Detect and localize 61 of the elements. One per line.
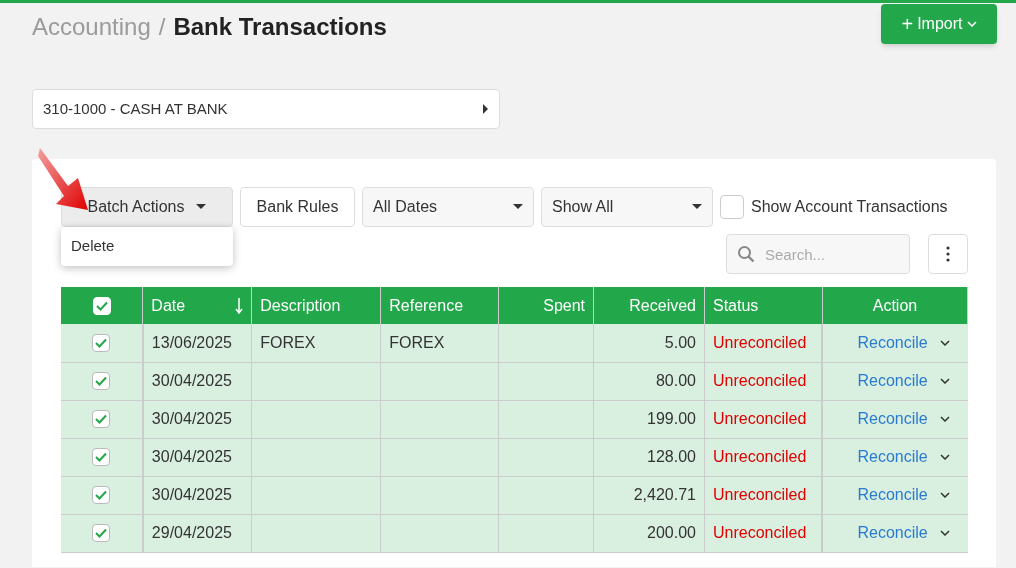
table-cell: 199.00 xyxy=(647,410,696,427)
table-cell: FOREX xyxy=(260,333,316,351)
chevron-down-icon[interactable] xyxy=(939,530,950,536)
sort-arrow-icon xyxy=(235,297,244,314)
status-text: Unreconciled xyxy=(713,333,807,351)
checkbox-label: Show Account Transactions xyxy=(751,197,948,217)
table-cell: 5.00 xyxy=(664,333,696,351)
account-select[interactable]: 310-1000 - CASH AT BANK xyxy=(32,89,500,129)
table-cell: 2,420.71 xyxy=(633,486,696,503)
table-cell: 30/04/2025 xyxy=(151,372,232,389)
reconcile-link[interactable]: Reconcile xyxy=(857,369,928,393)
page-title: Bank Transactions xyxy=(173,12,387,42)
chevron-down-icon[interactable] xyxy=(939,492,950,498)
breadcrumb-link[interactable]: Accounting xyxy=(32,9,151,45)
chevron-down-icon[interactable] xyxy=(939,416,950,422)
chevron-down-icon[interactable] xyxy=(939,378,950,384)
table-cell: 13/06/2025 xyxy=(151,333,232,351)
chevron-down-icon xyxy=(966,21,977,27)
search-field[interactable]: Search... xyxy=(726,234,910,274)
reconcile-link[interactable]: Reconcile xyxy=(857,521,928,545)
table-cell: 30/04/2025 xyxy=(151,448,232,465)
table-cell: FOREX xyxy=(389,333,445,351)
caret-right-icon xyxy=(483,104,489,114)
breadcrumb-separator: / xyxy=(158,12,166,42)
bank-rules-button[interactable]: Bank Rules xyxy=(240,187,355,227)
chevron-down-icon[interactable] xyxy=(939,339,950,346)
checkbox[interactable] xyxy=(92,448,111,466)
menu-item[interactable]: Delete xyxy=(61,235,233,258)
status-text: Unreconciled xyxy=(713,524,807,541)
reconcile-link[interactable]: Reconcile xyxy=(857,407,928,431)
reconcile-link[interactable]: Reconcile xyxy=(857,483,928,507)
checkbox[interactable] xyxy=(92,333,111,352)
caret-icon xyxy=(692,204,702,210)
checkbox[interactable] xyxy=(92,486,111,504)
more-options-button[interactable] xyxy=(928,234,968,274)
reconcile-link[interactable]: Reconcile xyxy=(857,330,928,355)
table-cell: 30/04/2025 xyxy=(151,410,232,427)
checkbox[interactable] xyxy=(92,524,111,542)
import-button[interactable]: + Import xyxy=(881,4,997,44)
reconcile-link[interactable]: Reconcile xyxy=(857,445,928,469)
kebab-icon xyxy=(946,246,950,262)
date-filter-select[interactable]: All Dates xyxy=(362,187,534,227)
table-cell: 200.00 xyxy=(647,524,696,541)
caret-icon xyxy=(513,204,523,210)
table-cell: 29/04/2025 xyxy=(151,524,232,541)
status-text: Unreconciled xyxy=(713,486,807,503)
search-icon xyxy=(737,245,755,263)
caret-icon xyxy=(196,204,207,210)
chevron-down-icon[interactable] xyxy=(939,454,950,460)
status-text: Unreconciled xyxy=(713,372,807,389)
status-text: Unreconciled xyxy=(713,410,807,427)
pointer-arrow-icon xyxy=(38,146,90,212)
table-cell: 30/04/2025 xyxy=(151,486,232,503)
checkbox[interactable] xyxy=(92,410,111,428)
table-cell: 128.00 xyxy=(647,448,696,465)
status-filter-select[interactable]: Show All xyxy=(541,187,713,227)
status-text: Unreconciled xyxy=(713,448,807,465)
checkbox[interactable] xyxy=(92,372,111,390)
checkbox[interactable] xyxy=(720,195,744,219)
batch-actions-button[interactable]: Batch Actions xyxy=(61,187,233,227)
table-cell: 80.00 xyxy=(655,372,696,389)
